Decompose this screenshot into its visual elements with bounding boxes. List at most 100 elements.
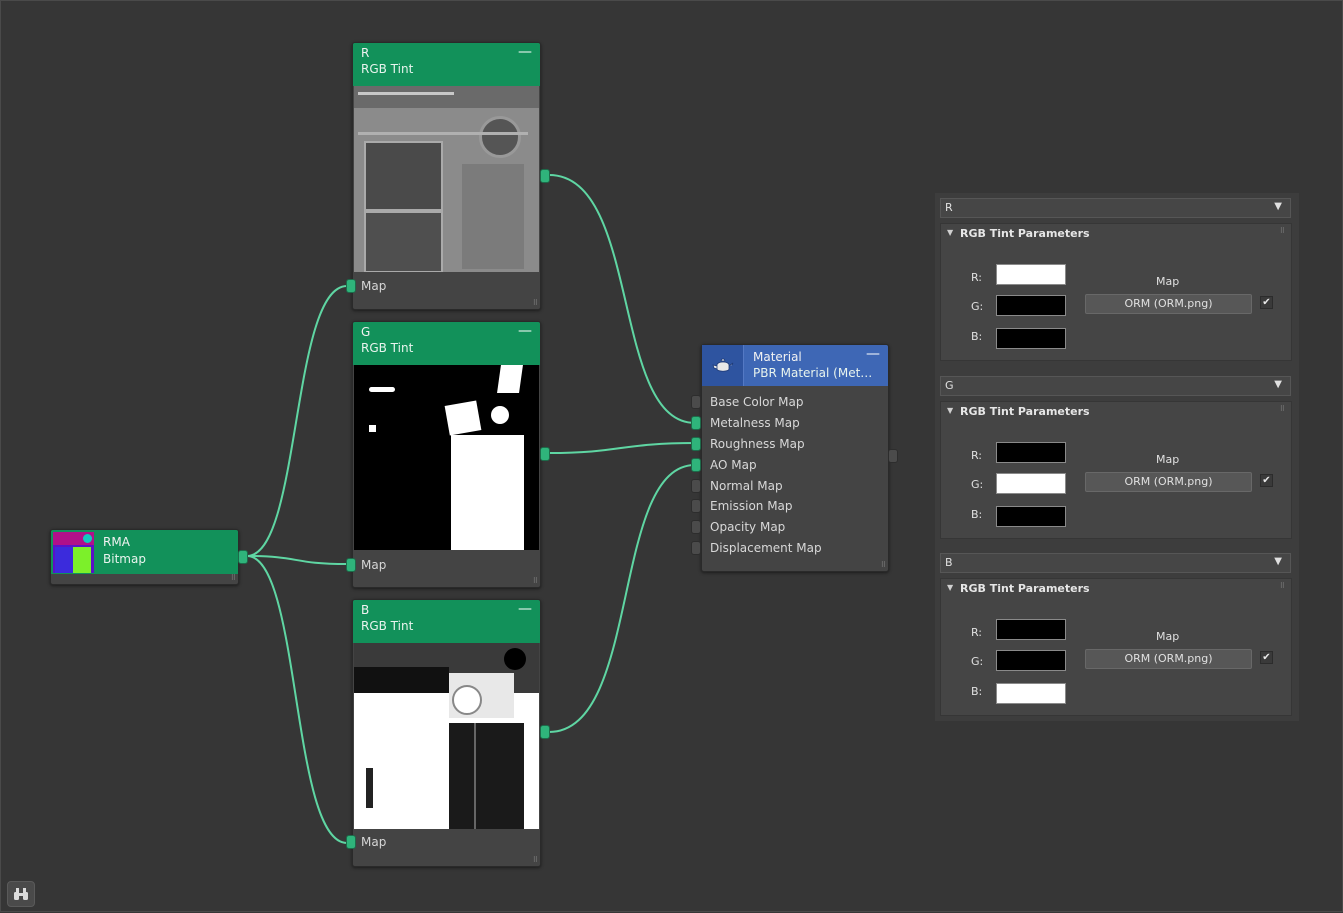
b-label: B:: [971, 685, 983, 698]
wire-g-to-roughness: [548, 442, 696, 454]
b-color-swatch[interactable]: [996, 328, 1066, 349]
dropdown-arrow-icon: ▼: [1274, 201, 1282, 212]
opacity-input-port[interactable]: [691, 520, 701, 534]
map-button[interactable]: ORM (ORM.png): [1085, 294, 1252, 314]
resize-grip[interactable]: ⠿: [533, 299, 538, 307]
g-color-swatch[interactable]: [996, 295, 1066, 316]
drag-handle-icon[interactable]: ⠿: [1280, 227, 1285, 235]
rollout-g[interactable]: G ▼: [940, 376, 1291, 396]
rgb-tint-params-b: ▼ RGB Tint Parameters ⠿ R: G: B: Map ORM…: [940, 578, 1292, 716]
node-subtitle: RGB Tint: [361, 62, 414, 76]
rollout-b[interactable]: B ▼: [940, 553, 1291, 573]
slot-metalness-map: Metalness Map: [710, 416, 800, 430]
g-output-port[interactable]: [540, 447, 550, 461]
resize-grip[interactable]: ⠿: [881, 561, 886, 569]
rma-output-port[interactable]: [238, 550, 248, 564]
r-output-port[interactable]: [540, 169, 550, 183]
map-enabled-checkbox[interactable]: ✔: [1260, 296, 1273, 309]
b-color-swatch[interactable]: [996, 683, 1066, 704]
b-output-port[interactable]: [540, 725, 550, 739]
map-button[interactable]: ORM (ORM.png): [1085, 472, 1252, 492]
collapse-triangle-icon[interactable]: ▼: [947, 583, 953, 592]
map-enabled-checkbox[interactable]: ✔: [1260, 474, 1273, 487]
map-input-label: Map: [361, 835, 387, 849]
b-tint-node[interactable]: B RGB Tint — Map ⠿: [346, 599, 550, 867]
wire-rma-to-b: [246, 555, 348, 844]
collapse-button[interactable]: —: [518, 323, 532, 339]
collapse-triangle-icon[interactable]: ▼: [947, 228, 953, 237]
node-subtitle: RGB Tint: [361, 341, 414, 355]
rgb-tint-params-g: ▼ RGB Tint Parameters ⠿ R: G: B: Map ORM…: [940, 401, 1292, 539]
rollout-label: R: [945, 201, 953, 214]
displacement-input-port[interactable]: [691, 541, 701, 555]
roughness-input-port[interactable]: [691, 437, 701, 451]
node-title: G: [361, 325, 371, 339]
drag-handle-icon[interactable]: ⠿: [1280, 582, 1285, 590]
node-title: RMA: [103, 535, 130, 549]
g-label: G:: [971, 655, 984, 668]
wire-rma-to-g: [246, 555, 348, 565]
emission-input-port[interactable]: [691, 499, 701, 513]
g-map-input-port[interactable]: [346, 558, 356, 572]
b-label: B:: [971, 508, 983, 521]
map-header: Map: [1156, 453, 1180, 466]
g-color-swatch[interactable]: [996, 473, 1066, 494]
group-title: RGB Tint Parameters: [960, 405, 1090, 418]
group-title: RGB Tint Parameters: [960, 582, 1090, 595]
r-tint-node[interactable]: R RGB Tint — Map ⠿: [346, 42, 550, 310]
r-color-swatch[interactable]: [996, 619, 1066, 640]
rma-bitmap-node[interactable]: RMA Bitmap ⠿: [50, 529, 248, 585]
drag-handle-icon[interactable]: ⠿: [1280, 405, 1285, 413]
r-map-input-port[interactable]: [346, 279, 356, 293]
rollout-label: B: [945, 556, 953, 569]
collapse-button[interactable]: —: [518, 601, 532, 617]
map-enabled-checkbox[interactable]: ✔: [1260, 651, 1273, 664]
resize-grip[interactable]: ⠿: [533, 577, 538, 585]
node-title: R: [361, 46, 370, 60]
r-color-swatch[interactable]: [996, 442, 1066, 463]
slot-roughness-map: Roughness Map: [710, 437, 805, 451]
slot-displacement-map: Displacement Map: [710, 541, 822, 555]
map-input-label: Map: [361, 558, 387, 572]
group-title: RGB Tint Parameters: [960, 227, 1090, 240]
r-preview-image: [354, 86, 539, 272]
rma-thumbnail: [53, 532, 94, 573]
map-header: Map: [1156, 275, 1180, 288]
collapse-triangle-icon[interactable]: ▼: [947, 406, 953, 415]
wire-rma-to-r: [246, 285, 348, 557]
map-input-label: Map: [361, 279, 387, 293]
parameter-panel: R ▼ ▼ RGB Tint Parameters ⠿ R: G: B: Map…: [935, 193, 1299, 721]
rollout-label: G: [945, 379, 954, 392]
base-color-input-port[interactable]: [691, 395, 701, 409]
resize-grip[interactable]: ⠿: [533, 856, 538, 864]
binoculars-icon: [14, 888, 28, 900]
b-map-input-port[interactable]: [346, 835, 356, 849]
wire-b-to-ao: [548, 464, 696, 733]
g-color-swatch[interactable]: [996, 650, 1066, 671]
material-node[interactable]: Material PBR Material (Met… — Base Color…: [691, 344, 898, 572]
r-label: R:: [971, 626, 983, 639]
metalness-input-port[interactable]: [691, 416, 701, 430]
collapse-button[interactable]: —: [866, 346, 880, 362]
r-color-swatch[interactable]: [996, 264, 1066, 285]
b-color-swatch[interactable]: [996, 506, 1066, 527]
material-output-port[interactable]: [888, 449, 898, 463]
node-editor-canvas[interactable]: RMA Bitmap ⠿ R RGB Tint — Map ⠿ G RGB Ti…: [0, 0, 1343, 912]
slot-normal-map: Normal Map: [710, 479, 783, 493]
g-label: G:: [971, 300, 984, 313]
rgb-tint-params-r: ▼ RGB Tint Parameters ⠿ R: G: B: Map ORM…: [940, 223, 1292, 361]
g-tint-node[interactable]: G RGB Tint — Map ⠿: [346, 321, 550, 588]
rollout-r[interactable]: R ▼: [940, 198, 1291, 218]
slot-ao-map: AO Map: [710, 458, 757, 472]
resize-grip[interactable]: ⠿: [231, 574, 236, 582]
node-subtitle: RGB Tint: [361, 619, 414, 633]
collapse-button[interactable]: —: [518, 44, 532, 60]
map-button[interactable]: ORM (ORM.png): [1085, 649, 1252, 669]
ao-input-port[interactable]: [691, 458, 701, 472]
node-title: Material: [753, 350, 802, 364]
dropdown-arrow-icon: ▼: [1274, 379, 1282, 390]
normal-input-port[interactable]: [691, 479, 701, 493]
teapot-icon: [702, 345, 744, 386]
navigator-button[interactable]: [7, 881, 35, 907]
node-title: B: [361, 603, 370, 617]
